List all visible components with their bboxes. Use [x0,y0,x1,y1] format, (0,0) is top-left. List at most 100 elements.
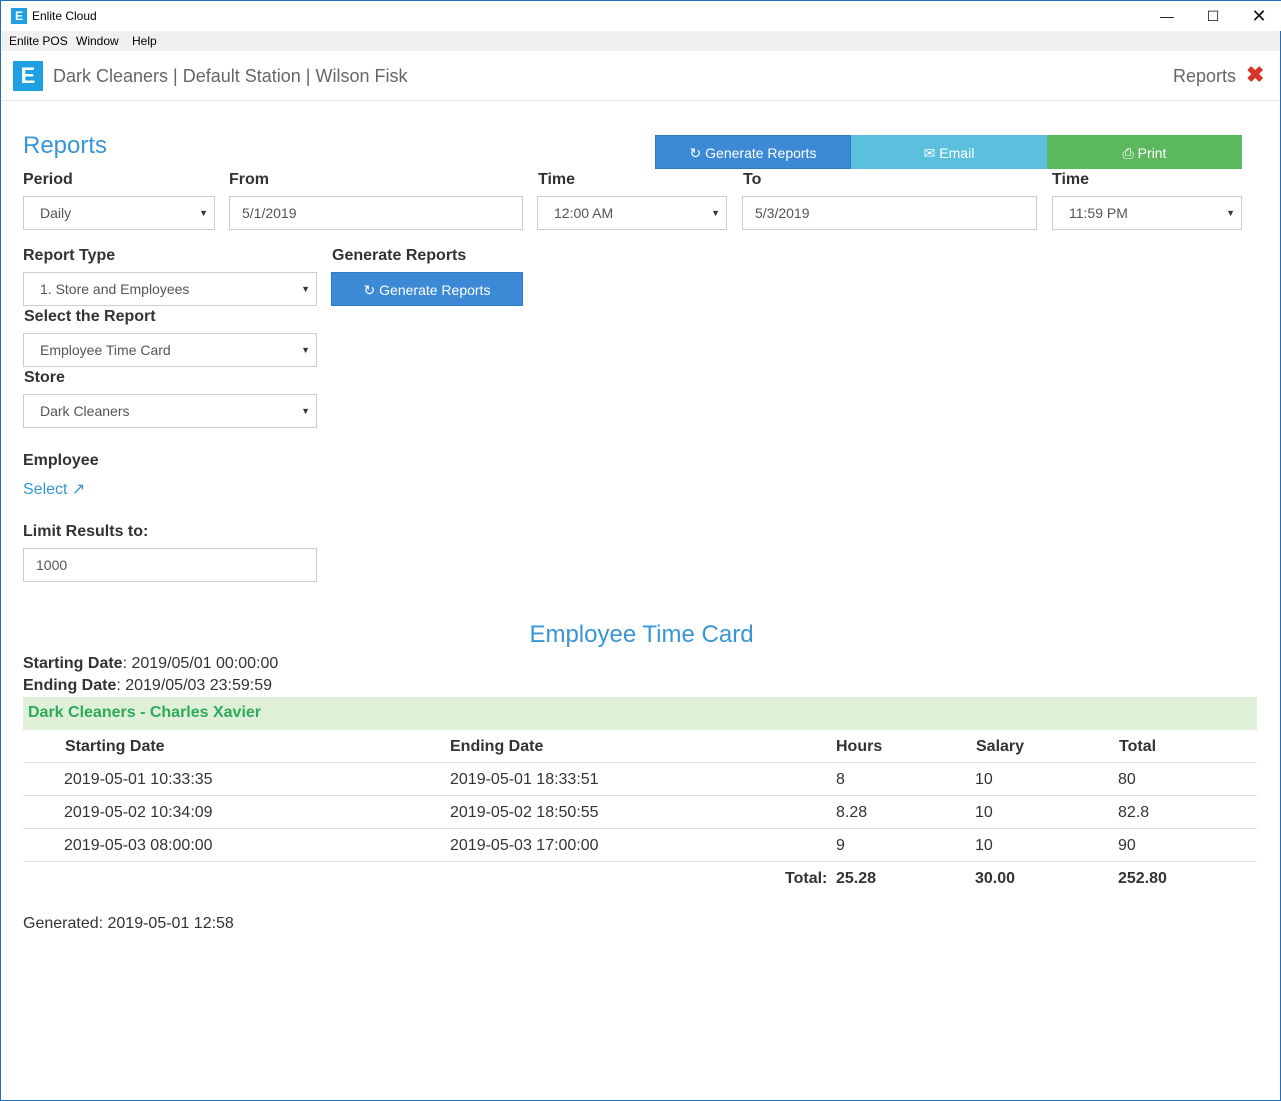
external-link-icon: ↗ [71,481,86,498]
from-time-select[interactable]: 12:00 AM ▼ [537,196,727,230]
from-label: From [229,171,269,188]
print-button[interactable]: ⎙ Print [1047,135,1242,169]
cell-starting-date: 2019-05-01 10:33:35 [64,771,213,788]
cell-ending-date: 2019-05-02 18:50:55 [450,804,599,821]
enlite-logo: E [13,61,43,91]
total-salary: 30.00 [975,870,1016,887]
starting-date-value: : 2019/05/01 00:00:00 [122,655,279,672]
table-row: 2019-05-01 10:33:35 2019-05-01 18:33:51 … [23,763,1257,796]
table-totals-row: Total: 25.28 30.00 252.80 [23,862,1257,895]
ending-date-label: Ending Date [23,677,117,694]
limit-results-value: 1000 [36,557,68,573]
generate-reports-label: Generate Reports [705,145,817,161]
to-time-label: Time [1052,171,1090,188]
to-label: To [743,171,762,188]
cell-ending-date: 2019-05-01 18:33:51 [450,771,599,788]
cell-hours: 8 [836,771,845,788]
store-label: Store [24,369,65,386]
group-header-label: Dark Cleaners - Charles Xavier [28,704,262,721]
employee-select-text: Select [23,481,68,498]
store-value: Dark Cleaners [40,403,130,419]
table-row: 2019-05-02 10:34:09 2019-05-02 18:50:55 … [23,796,1257,829]
period-select[interactable]: Daily ▼ [23,196,215,230]
envelope-icon: ✉ [923,145,936,161]
employee-label: Employee [23,452,99,469]
report-title: Employee Time Card [529,621,754,648]
chevron-down-icon: ▼ [301,406,310,416]
cell-total: 90 [1118,837,1136,854]
page-title: Reports [23,132,108,159]
maximize-button[interactable]: ☐ [1190,1,1236,32]
to-date-value: 5/3/2019 [755,205,810,221]
cell-total: 80 [1118,771,1136,788]
menu-bar: Enlite POS Window Help [2,31,1280,51]
limit-results-label: Limit Results to: [23,523,149,540]
period-label: Period [23,171,73,188]
ending-date-line: Ending Date: 2019/05/03 23:59:59 [23,677,272,695]
print-label: Print [1137,145,1167,161]
close-icon[interactable]: ✖ [1246,62,1264,88]
cell-starting-date: 2019-05-03 08:00:00 [64,837,213,854]
cell-hours: 9 [836,837,845,854]
from-time-value: 12:00 AM [554,205,614,221]
email-label: Email [939,145,975,161]
select-report-label: Select the Report [24,308,156,325]
email-button[interactable]: ✉ Email [851,135,1047,169]
cell-ending-date: 2019-05-03 17:00:00 [450,837,599,854]
chevron-down-icon: ▼ [199,208,208,218]
menu-enlite-pos[interactable]: Enlite POS [9,34,68,48]
from-date-input[interactable]: 5/1/2019 [229,196,523,230]
breadcrumb: Dark Cleaners | Default Station | Wilson… [53,66,408,86]
window-title: Enlite Cloud [32,9,97,23]
report-type-select[interactable]: 1. Store and Employees ▼ [23,272,317,306]
app-window: E Enlite Cloud — ☐ ✕ Enlite POS Window H… [0,0,1281,1101]
store-select[interactable]: Dark Cleaners ▼ [23,394,317,428]
chevron-down-icon: ▼ [711,208,720,218]
to-date-input[interactable]: 5/3/2019 [742,196,1037,230]
cell-salary: 10 [975,837,993,854]
col-hours: Hours [836,738,883,755]
total-amount: 252.80 [1118,870,1167,887]
table-row: 2019-05-03 08:00:00 2019-05-03 17:00:00 … [23,829,1257,862]
select-report-value: Employee Time Card [40,342,171,358]
total-hours: 25.28 [836,870,877,887]
ending-date-value: : 2019/05/03 23:59:59 [116,677,273,694]
to-time-value: 11:59 PM [1069,205,1128,221]
generate-reports-button[interactable]: ↻ Generate Reports [655,135,851,169]
cell-hours: 8.28 [836,804,868,821]
cell-starting-date: 2019-05-02 10:34:09 [64,804,213,821]
starting-date-label: Starting Date [23,655,123,672]
report-type-value: 1. Store and Employees [40,281,190,297]
menu-window[interactable]: Window [76,34,119,48]
title-bar: E Enlite Cloud — ☐ ✕ [1,0,1281,31]
generate-reports-heading: Generate Reports [332,247,467,264]
period-value: Daily [40,205,72,221]
refresh-icon: ↻ [689,145,702,161]
section-title: Reports [1173,66,1237,86]
chevron-down-icon: ▼ [1226,208,1235,218]
from-date-value: 5/1/2019 [242,205,297,221]
col-total: Total [1119,738,1157,755]
group-header-row: Dark Cleaners - Charles Xavier [23,697,1257,730]
generate-reports-inline-button[interactable]: ↻ Generate Reports [331,272,523,306]
totals-label: Total: [785,870,828,887]
select-report-select[interactable]: Employee Time Card ▼ [23,333,317,367]
employee-select-link[interactable]: Select ↗ [23,479,85,499]
menu-help[interactable]: Help [132,34,157,48]
app-icon: E [11,8,27,24]
chevron-down-icon: ▼ [301,284,310,294]
col-ending-date: Ending Date [450,738,544,755]
refresh-icon: ↻ [363,282,376,298]
generated-timestamp: Generated: 2019-05-01 12:58 [23,915,234,932]
chevron-down-icon: ▼ [301,345,310,355]
from-time-label: Time [538,171,576,188]
limit-results-input[interactable]: 1000 [23,548,317,582]
printer-icon: ⎙ [1122,145,1134,161]
cell-salary: 10 [975,771,993,788]
report-type-label: Report Type [23,247,116,264]
table-header-row: Starting Date Ending Date Hours Salary T… [23,730,1257,763]
close-window-button[interactable]: ✕ [1236,1,1281,32]
minimize-button[interactable]: — [1144,1,1190,32]
to-time-select[interactable]: 11:59 PM ▼ [1052,196,1242,230]
generate-reports-inline-label: Generate Reports [379,282,491,298]
